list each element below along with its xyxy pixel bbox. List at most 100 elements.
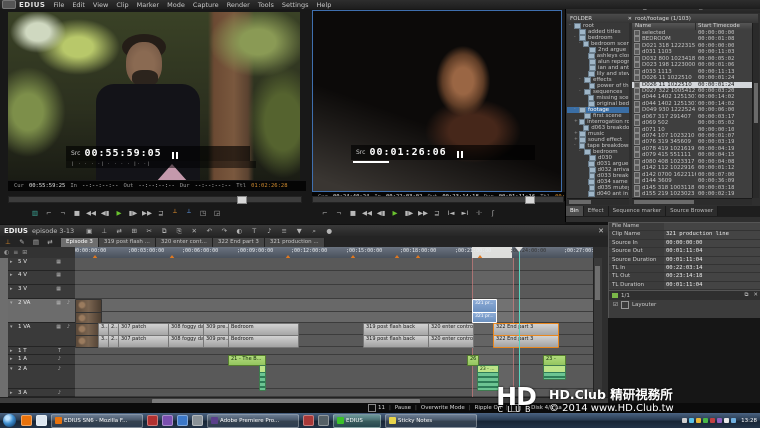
close-icon[interactable]: ✕: [598, 227, 604, 235]
bin-tab-sequence-marker[interactable]: Sequence marker: [608, 206, 667, 216]
recorder-seek-thumb[interactable]: [525, 196, 535, 204]
snap-icon[interactable]: ⊥: [99, 225, 109, 237]
taskbar-button-sticky[interactable]: Sticky Notes: [385, 413, 477, 428]
insert-mode-icon[interactable]: ⊞: [129, 225, 139, 237]
menu-item-render[interactable]: Render: [227, 1, 250, 9]
taskbar-button-firefox[interactable]: EDIUS SN6 - Mozilla F...: [51, 413, 143, 428]
recorder-video[interactable]: [313, 11, 561, 191]
track-lane[interactable]: [75, 355, 593, 365]
track-header-5v[interactable]: ▸ 5 V ▦: [8, 258, 75, 271]
delete-icon[interactable]: ✕: [189, 225, 199, 237]
player-seekbar[interactable]: [8, 196, 302, 204]
clip-321-pr-[interactable]: 321 pr...: [472, 312, 497, 323]
capture-deck-icon[interactable]: ▥: [30, 207, 40, 219]
menu-item-capture[interactable]: Capture: [193, 1, 219, 9]
close-icon[interactable]: ✕: [753, 292, 758, 299]
tray-icon-6[interactable]: [724, 418, 730, 423]
loop-icon[interactable]: ⊒: [432, 207, 442, 219]
timescale-icon[interactable]: ◐: [4, 249, 9, 256]
track-lane[interactable]: [75, 285, 593, 299]
play-icon[interactable]: ▶: [390, 207, 400, 219]
track-lane[interactable]: [75, 312, 593, 323]
track-audio-icon[interactable]: ♪: [67, 324, 70, 330]
tray-icon-4[interactable]: [710, 418, 716, 423]
track-expander-icon[interactable]: ▾: [10, 324, 13, 330]
send-out-icon[interactable]: ◲: [212, 207, 222, 219]
taskbar-clock[interactable]: 13:28: [741, 418, 757, 424]
player-video[interactable]: Src 00:55:59:05 | · · · ·| · · · · |· ·|: [8, 12, 300, 180]
mixer-icon[interactable]: ≡: [279, 225, 289, 237]
send-up-icon[interactable]: ⊥: [3, 236, 13, 248]
track-header-2va[interactable]: ▾ 2 VA ▦ ♪: [8, 299, 75, 323]
column-name[interactable]: Name: [632, 23, 696, 30]
track-header-3v[interactable]: ▸ 3 V ▦: [8, 285, 75, 299]
track-expander-icon[interactable]: ▾: [10, 300, 13, 306]
track-header-1a[interactable]: ▸ 1 A ♪: [8, 355, 75, 365]
column-start-timecode[interactable]: Start Timecode: [696, 23, 740, 30]
title-tool-icon[interactable]: T: [249, 225, 259, 237]
stop-icon[interactable]: ■: [348, 207, 358, 219]
undo-icon[interactable]: ↶: [204, 225, 214, 237]
tray-icon-1[interactable]: [689, 418, 695, 423]
clip-322-end-part-3[interactable]: 322 End part 3: [493, 335, 559, 348]
rewind-icon[interactable]: ◀◀: [86, 207, 96, 219]
track-header-1va[interactable]: ▾ 1 VA ▦ ♪: [8, 323, 75, 347]
track-expander-icon[interactable]: ▸: [10, 356, 13, 362]
menu-item-clip[interactable]: Clip: [116, 1, 128, 9]
list-icon[interactable]: ≡: [13, 249, 18, 256]
app-icon-5[interactable]: [303, 415, 314, 426]
explorer-icon[interactable]: [36, 415, 47, 426]
set-out-icon[interactable]: ¬: [58, 207, 68, 219]
fast-forward-icon[interactable]: ▶▶: [142, 207, 152, 219]
set-out-icon[interactable]: ¬: [334, 207, 344, 219]
menu-item-edit[interactable]: Edit: [72, 1, 85, 9]
track-source-icon[interactable]: ▦: [56, 259, 61, 265]
taskbar-button-edius[interactable]: EDIUS: [333, 413, 381, 428]
menu-item-view[interactable]: View: [93, 1, 108, 9]
app-icon-4[interactable]: [192, 415, 203, 426]
clip-thumb[interactable]: [543, 365, 566, 380]
track-source-icon[interactable]: T: [58, 348, 61, 354]
asset-column-header[interactable]: Name Start Timecode: [632, 23, 752, 30]
track-header-1t[interactable]: ▸ 1 T T: [8, 347, 75, 355]
detach-icon[interactable]: ⧉: [744, 292, 748, 299]
track-lane[interactable]: [75, 347, 593, 355]
paste-icon[interactable]: ⎘: [174, 225, 184, 237]
clip-bedroom[interactable]: Bedroom: [228, 335, 299, 348]
sequence-tab-320-enter-cont-[interactable]: 320 enter cont...: [155, 238, 213, 247]
zoom-icon[interactable]: ⌕: [309, 225, 319, 237]
tree-item-d040-ant-in-tr[interactable]: d040 ant in tr: [567, 191, 629, 197]
track-source-icon[interactable]: ▦: [56, 324, 61, 330]
asset-row[interactable]: d155 219 1023023 00:00:02:19: [632, 190, 752, 197]
grid-icon[interactable]: ⊞: [22, 249, 27, 256]
send-in-icon[interactable]: ◳: [198, 207, 208, 219]
track-source-icon[interactable]: ▦: [56, 300, 61, 306]
play-icon[interactable]: ▶: [114, 207, 124, 219]
film-icon[interactable]: ▤: [31, 236, 41, 248]
app-icon-2[interactable]: [162, 415, 173, 426]
clip-307-patch[interactable]: 307 patch: [118, 335, 172, 348]
sequence-tab-episode-3[interactable]: Episode 3: [61, 238, 99, 247]
trim-both-icon[interactable]: ·I·: [474, 207, 484, 219]
track-source-icon[interactable]: ▦: [56, 286, 61, 292]
asset-hscrollbar[interactable]: [632, 198, 752, 205]
clip-319-post-flash-back[interactable]: 319 post flash back: [363, 335, 432, 348]
match-frame-icon[interactable]: ◐: [234, 225, 244, 237]
track-expander-icon[interactable]: ▸: [10, 348, 13, 354]
settings-icon[interactable]: ●: [324, 225, 334, 237]
save-icon[interactable]: ▣: [84, 225, 94, 237]
track-expander-icon[interactable]: ▸: [10, 259, 13, 265]
playhead-handle[interactable]: [515, 247, 523, 252]
overwrite-to-timeline-icon[interactable]: ┴: [184, 207, 194, 219]
set-in-icon[interactable]: ⌐: [44, 207, 54, 219]
folder-hscrollbar[interactable]: [567, 198, 629, 205]
ripple-icon[interactable]: ⇄: [114, 225, 124, 237]
clip-320-enter-control[interactable]: 320 enter control: [428, 335, 474, 348]
track-source-icon[interactable]: ▦: [56, 272, 61, 278]
voiceover-icon[interactable]: ♪: [264, 225, 274, 237]
track-source-icon[interactable]: ♪: [58, 390, 61, 396]
draw-icon[interactable]: ✎: [17, 236, 27, 248]
menu-item-tools[interactable]: Tools: [258, 1, 274, 9]
tray-icon-2[interactable]: [696, 418, 702, 423]
track-content[interactable]: 321 pr... 321 pr... 3... 2... 307 patch 308 f…: [75, 258, 593, 397]
